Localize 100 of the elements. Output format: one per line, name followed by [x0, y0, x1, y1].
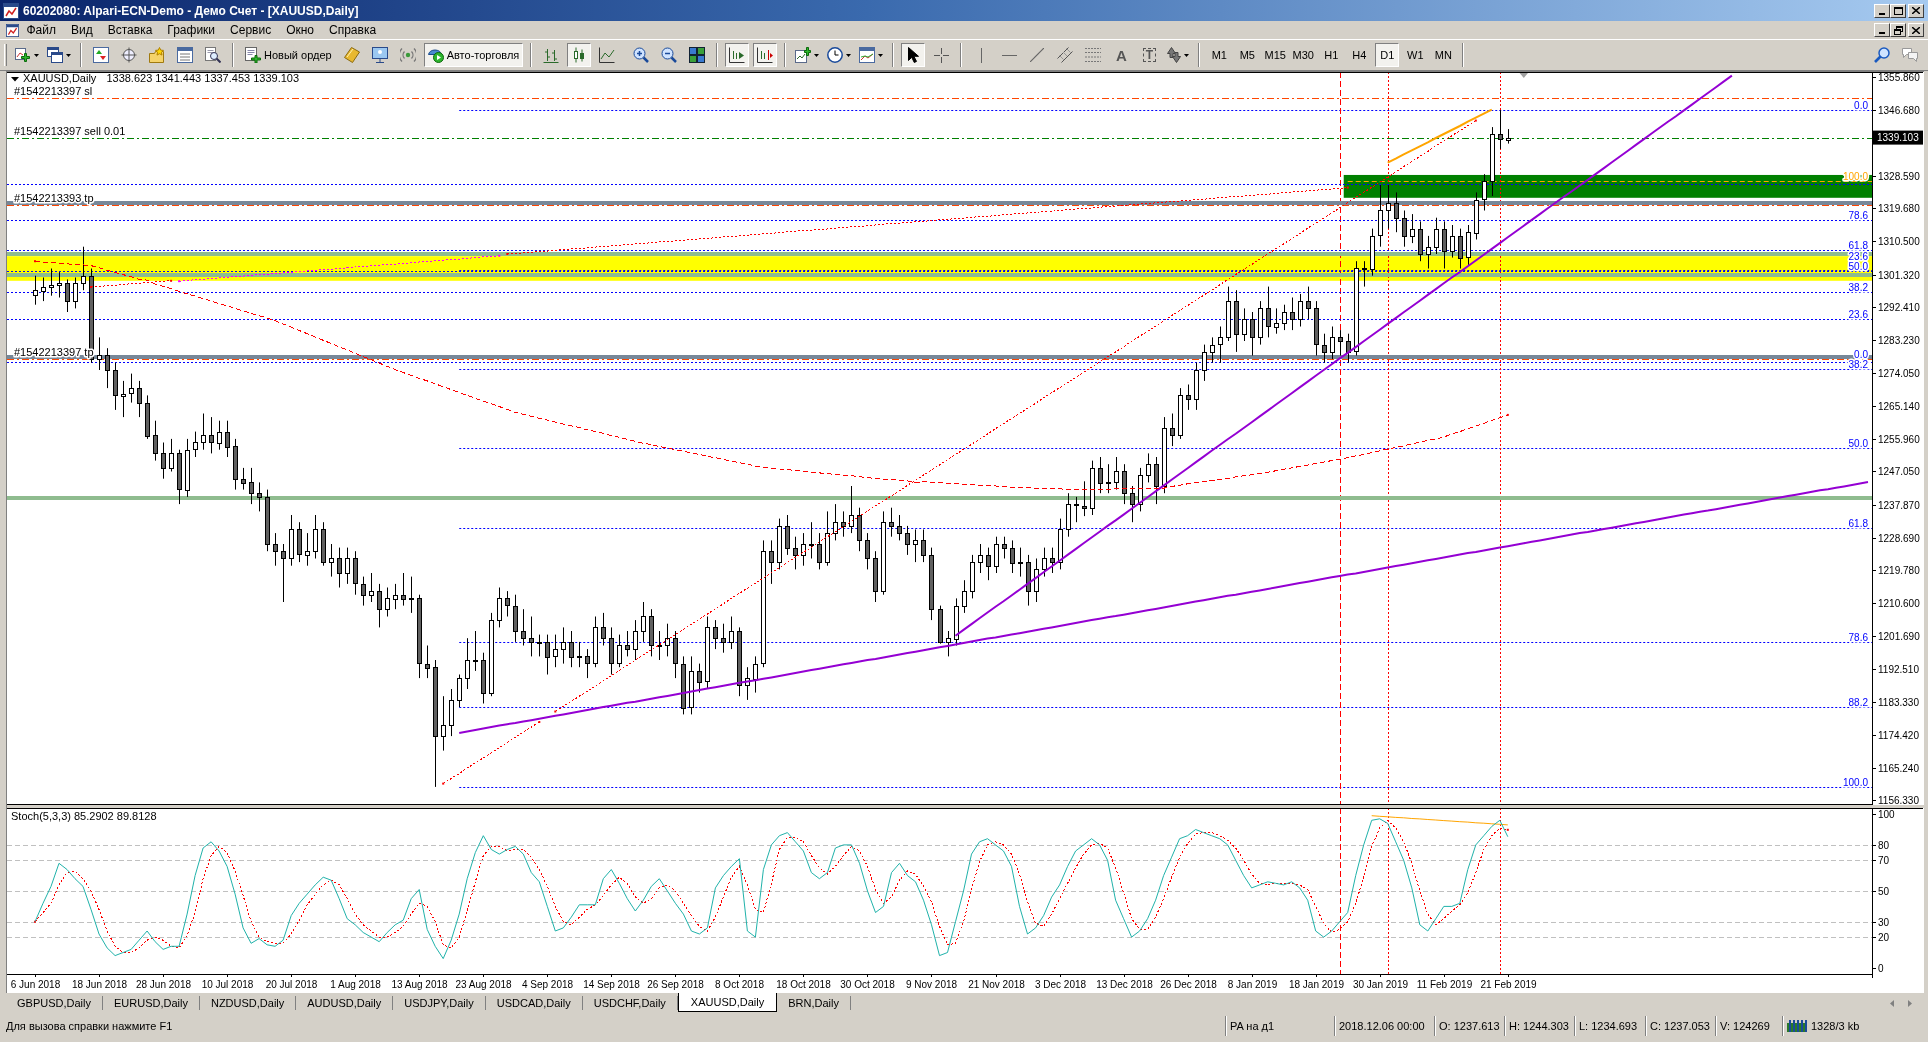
price-label: 1274.050 — [1871, 368, 1920, 379]
price-label: 1328.590 — [1871, 171, 1920, 182]
indicator-scale-label: 30 — [1871, 917, 1890, 928]
y-tick-label: 1319.680 — [1878, 203, 1921, 214]
y-tick-label: 1174.420 — [1878, 730, 1920, 741]
x-tick-label: 28 Jun 2018 — [135, 979, 192, 990]
date-label: 21 Feb 2019 — [1480, 973, 1537, 990]
x-tick-label: 3 Dec 2018 — [1034, 979, 1087, 990]
date-label: 13 Dec 2018 — [1096, 973, 1153, 990]
price-label: 1301.320 — [1871, 270, 1920, 281]
y-tick-label: 1265.140 — [1878, 401, 1921, 412]
price-label: 1310.500 — [1871, 236, 1920, 247]
x-tick-label: 4 Sep 2018 — [521, 979, 574, 990]
indicator-scale-label: 100 — [1871, 809, 1895, 820]
y-tick-label: 1283.230 — [1878, 335, 1921, 346]
date-label: 26 Sep 2018 — [647, 973, 704, 990]
close-price: C: 1237.053 — [1650, 1020, 1710, 1032]
y-tick-label: 1228.690 — [1878, 533, 1921, 544]
x-tick-label: 9 Nov 2018 — [905, 979, 958, 990]
volume-value: V: 124269 — [1720, 1020, 1770, 1032]
price-label: 1283.230 — [1871, 335, 1920, 346]
price-label: 1292.410 — [1871, 302, 1920, 313]
indicator-title: Stoch(5,3,3) 85.2902 89.8128 — [11, 810, 157, 822]
x-tick-label: 18 Jan 2019 — [1288, 979, 1345, 990]
high-price: H: 1244.303 — [1509, 1020, 1569, 1032]
x-tick-label: 21 Feb 2019 — [1480, 979, 1538, 990]
bar-time: 2018.12.06 00:00 — [1339, 1020, 1425, 1032]
date-label: 1 Aug 2018 — [330, 973, 381, 990]
price-label: 1255.960 — [1871, 434, 1920, 445]
indicator-scale-label: 0 — [1871, 963, 1884, 974]
y-tick-label: 70 — [1878, 855, 1890, 866]
price-label: 1219.780 — [1871, 565, 1920, 576]
date-label: 3 Dec 2018 — [1034, 973, 1087, 990]
date-label: 8 Oct 2018 — [715, 973, 764, 990]
x-tick-label: 23 Aug 2018 — [455, 979, 513, 990]
y-tick-label: 1301.320 — [1878, 270, 1921, 281]
y-tick-label: 1274.050 — [1878, 368, 1921, 379]
y-tick-label: 30 — [1878, 917, 1890, 928]
date-label: 4 Sep 2018 — [521, 973, 574, 990]
date-label: 8 Jan 2019 — [1227, 973, 1278, 990]
y-tick-label: 50 — [1878, 886, 1890, 897]
y-tick-label: 1210.600 — [1878, 598, 1921, 609]
low-price: L: 1234.693 — [1579, 1020, 1638, 1032]
x-tick-label: 21 Nov 2018 — [968, 979, 1026, 990]
y-tick-label: 1156.330 — [1878, 794, 1920, 806]
indicator-scale-label: 70 — [1871, 855, 1890, 866]
price-label: 1237.870 — [1871, 500, 1920, 511]
date-label: 30 Oct 2018 — [840, 973, 895, 990]
x-tick-label: 18 Oct 2018 — [776, 979, 832, 990]
indicator-scale-label: 80 — [1871, 840, 1890, 851]
x-tick-label: 13 Dec 2018 — [1096, 979, 1154, 990]
traffic-value: 1328/3 kb — [1811, 1020, 1860, 1032]
y-tick-label: 1183.330 — [1878, 697, 1920, 708]
x-tick-label: 30 Oct 2018 — [840, 979, 896, 990]
y-tick-label: 1355.860 — [1878, 72, 1921, 83]
y-tick-label: 1237.870 — [1878, 500, 1921, 511]
order-label: #1542213393 tp — [14, 191, 94, 204]
y-tick-label: 1192.510 — [1878, 664, 1920, 675]
date-label: 9 Nov 2018 — [905, 973, 958, 990]
y-tick-label: 1346.680 — [1878, 105, 1921, 116]
date-label: 18 Jan 2019 — [1288, 973, 1345, 990]
indicator-scale-label: 50 — [1871, 886, 1890, 897]
price-label: 1228.690 — [1871, 533, 1920, 544]
date-label: 20 Jul 2018 — [265, 973, 318, 990]
x-tick-label: 11 Feb 2019 — [1416, 979, 1473, 990]
window-title: 60202080: Alpari-ECN-Demo - Демо Счет - [XAUUSD,Daily] — [23, 3, 360, 18]
x-tick-label: 26 Sep 2018 — [647, 979, 705, 990]
profile-name: PA на д1 — [1230, 1020, 1275, 1032]
x-tick-label: 14 Sep 2018 — [583, 979, 641, 990]
x-tick-label: 30 Jan 2019 — [1352, 979, 1409, 990]
price-label: 1183.330 — [1871, 697, 1919, 708]
date-label: 28 Jun 2018 — [135, 973, 192, 990]
x-tick-label: 8 Jan 2019 — [1227, 979, 1278, 990]
x-tick-label: 26 Dec 2018 — [1160, 979, 1218, 990]
x-tick-label: 13 Aug 2018 — [391, 979, 449, 990]
y-tick-label: 1165.240 — [1878, 763, 1920, 774]
y-tick-label: 1247.050 — [1878, 466, 1921, 477]
x-tick-label: 1 Aug 2018 — [330, 979, 382, 990]
ohlc-values: 1338.623 1341.443 1337.453 1339.103 — [106, 72, 300, 84]
open-price: O: 1237.613 — [1439, 1020, 1500, 1032]
price-label: 1165.240 — [1871, 763, 1919, 774]
date-label: 11 Feb 2019 — [1416, 973, 1473, 990]
fib-level-label: 0.0 — [1854, 99, 1868, 111]
y-tick-label: 80 — [1878, 840, 1890, 851]
x-tick-label: 18 Jun 2018 — [71, 979, 128, 990]
price-label: 1174.420 — [1871, 730, 1919, 741]
order-label: #1542213397 sl — [14, 84, 93, 97]
chart-title: XAUUSD,Daily — [23, 72, 97, 84]
x-tick-label: 6 Jun 2018 — [10, 979, 61, 990]
price-label: 1210.600 — [1871, 598, 1920, 609]
y-tick-label: 0 — [1878, 963, 1884, 974]
indicator-scale-label: 20 — [1871, 932, 1890, 943]
price-label: 1201.690 — [1871, 631, 1920, 642]
x-tick-label: 20 Jul 2018 — [265, 979, 318, 990]
help-text: Для вызова справки нажмите F1 — [6, 1020, 173, 1032]
date-label: 26 Dec 2018 — [1160, 973, 1217, 990]
y-tick-label: 1219.780 — [1878, 565, 1921, 576]
price-label: 1346.680 — [1871, 105, 1920, 116]
x-tick-label: 10 Jul 2018 — [201, 979, 254, 990]
x-tick-label: 8 Oct 2018 — [715, 979, 765, 990]
